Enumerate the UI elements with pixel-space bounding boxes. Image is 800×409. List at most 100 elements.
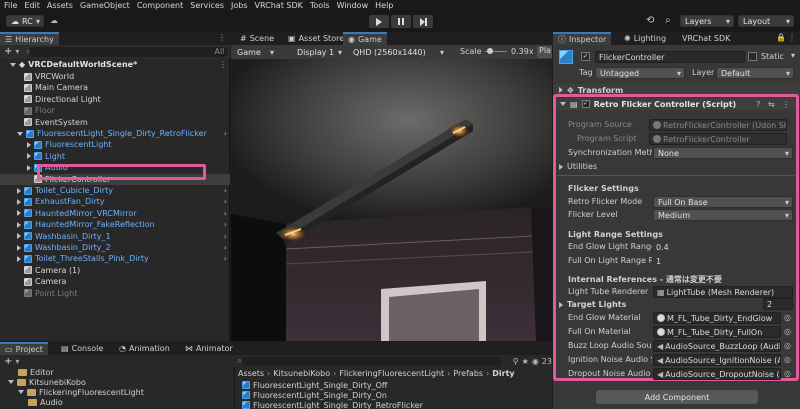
menu-item[interactable]: Assets <box>47 1 73 10</box>
tab-lighting[interactable]: ✺ Lighting <box>619 32 671 45</box>
project-file-item[interactable]: FluorescentLight_Single_Dirty_RetroFlick… <box>242 400 423 409</box>
lock-icon[interactable]: 🔒 <box>776 33 786 42</box>
eye-icon[interactable]: ◉ <box>532 357 539 366</box>
collapse-arrow-icon[interactable] <box>27 141 31 148</box>
tab-asset-store[interactable]: ▣ Asset Store <box>283 32 349 45</box>
tab-vrchat-sdk[interactable]: VRChat SDK <box>677 32 735 45</box>
project-folder-item[interactable]: Editor <box>18 367 54 377</box>
object-picker-icon[interactable]: ◎ <box>784 355 791 364</box>
hierarchy-item[interactable]: Floor <box>0 105 230 116</box>
menu-item[interactable]: GameObject <box>80 1 130 10</box>
pause-button[interactable] <box>391 15 411 28</box>
prefab-open-icon[interactable]: › <box>224 186 227 195</box>
ignition-audio-field[interactable]: ◀ AudioSource_IgnitionNoise (Au <box>653 354 781 366</box>
panel-menu-icon[interactable]: ⋮ <box>788 33 796 42</box>
help-icon[interactable]: ? <box>756 100 760 109</box>
static-dropdown-icon[interactable]: ▾ <box>791 51 795 60</box>
object-name-field[interactable]: FlickerController <box>595 51 745 63</box>
buzz-audio-field[interactable]: ◀ AudioSource_BuzzLoop (Audio <box>653 340 781 352</box>
hierarchy-item[interactable]: FluorescentLight_Single_Dirty_RetroFlick… <box>0 128 230 139</box>
menu-item[interactable]: Edit <box>24 1 40 10</box>
hierarchy-item[interactable]: Camera (1) <box>0 265 230 276</box>
history-icon[interactable]: ⟲ <box>646 15 654 26</box>
menu-item[interactable]: VRChat SDK <box>255 1 303 10</box>
hierarchy-item[interactable]: ExhaustFan_Dirty › <box>0 196 230 207</box>
scene-row[interactable]: ◆ VRCDefaultWorldScene* ⋮ <box>0 59 230 70</box>
tab-project[interactable]: ▭ Project <box>0 342 48 355</box>
project-folder-item[interactable]: FlickeringFluorescentLight <box>18 387 144 397</box>
hierarchy-item[interactable]: Point Light <box>0 288 230 299</box>
static-checkbox[interactable] <box>748 52 757 61</box>
project-search-input[interactable] <box>242 356 503 366</box>
hierarchy-item[interactable]: Toilet_Cubicle_Dirty › <box>0 185 230 196</box>
game-viewport[interactable] <box>231 59 552 341</box>
menu-item[interactable]: Window <box>337 1 369 10</box>
step-button[interactable] <box>413 15 433 28</box>
dropdown-arrow-icon[interactable]: ▾ <box>15 47 19 56</box>
object-picker-icon[interactable]: ◎ <box>784 313 791 322</box>
tab-game[interactable]: ◉ Game <box>343 32 387 45</box>
collapse-arrow-icon[interactable] <box>17 255 21 262</box>
menu-item[interactable]: Help <box>375 1 393 10</box>
tab-scene[interactable]: # Scene <box>235 32 279 45</box>
dropdown-arrow-icon[interactable]: ▾ <box>15 357 19 366</box>
prefab-open-icon[interactable]: › <box>224 209 227 218</box>
project-file-item[interactable]: FluorescentLight_Single_Dirty_On <box>242 390 387 400</box>
collapse-arrow-icon[interactable] <box>559 163 563 170</box>
add-icon[interactable]: + <box>4 46 12 57</box>
play-focus-dropdown[interactable]: Pla <box>537 46 552 58</box>
hierarchy-item[interactable]: Directional Light <box>0 94 230 105</box>
scene-menu-icon[interactable]: ⋮ <box>219 60 227 69</box>
light-tube-field[interactable]: ▦ LightTube (Mesh Renderer) <box>653 286 793 298</box>
collapse-arrow-icon[interactable] <box>17 198 21 205</box>
expand-arrow-icon[interactable] <box>18 390 24 394</box>
layers-dropdown[interactable]: Layers <box>680 15 734 27</box>
project-file-item[interactable]: FluorescentLight_Single_Dirty_Off <box>242 380 387 390</box>
target-lights-foldout[interactable]: Target Lights <box>559 299 626 310</box>
tab-animator[interactable]: ⋈ Animator <box>180 342 238 355</box>
active-checkbox[interactable]: ✓ <box>581 52 590 61</box>
cloud-services-icon[interactable]: ☁ <box>50 16 58 25</box>
collapse-arrow-icon[interactable] <box>27 153 31 160</box>
breadcrumb-item[interactable]: KitsunebiKobo <box>273 369 330 378</box>
object-picker-icon[interactable]: ◎ <box>784 369 791 378</box>
breadcrumb-item[interactable]: Assets <box>238 369 264 378</box>
collapse-arrow-icon[interactable] <box>27 164 31 171</box>
project-folder-item[interactable]: Audio <box>28 397 63 407</box>
hierarchy-item[interactable]: Washbasin_Dirty_1 › <box>0 231 230 242</box>
collapse-arrow-icon[interactable] <box>17 233 21 240</box>
hierarchy-item[interactable]: Camera <box>0 276 230 287</box>
hierarchy-item[interactable]: EventSystem <box>0 117 230 128</box>
scale-slider[interactable] <box>485 48 507 54</box>
menu-item[interactable]: Component <box>137 1 183 10</box>
search-icon[interactable]: ⌕ <box>665 15 671 26</box>
layer-dropdown[interactable]: Default <box>716 67 794 79</box>
target-lights-count[interactable]: 2 <box>763 298 793 310</box>
account-dropdown[interactable]: ☁ RC <box>6 15 44 27</box>
component-menu-icon[interactable]: ⋮ <box>782 100 790 109</box>
add-component-button[interactable]: Add Component <box>596 390 758 404</box>
flicker-mode-dropdown[interactable]: Full On Base <box>653 196 793 208</box>
star-icon[interactable]: ★ <box>522 357 529 366</box>
layout-dropdown[interactable]: Layout <box>738 15 794 27</box>
prefab-open-icon[interactable]: › <box>224 220 227 229</box>
hierarchy-item[interactable]: Toilet_ThreeStalls_Pink_Dirty › <box>0 253 230 264</box>
project-folder-item[interactable]: KitsunebiKobo <box>8 377 86 387</box>
collapse-arrow-icon[interactable] <box>17 210 21 217</box>
prefab-open-icon[interactable]: › <box>224 197 227 206</box>
object-picker-icon[interactable]: ◎ <box>784 341 791 350</box>
prefab-open-icon[interactable]: › <box>224 254 227 263</box>
collapse-arrow-icon[interactable] <box>559 301 563 308</box>
expand-arrow-icon[interactable] <box>8 380 14 384</box>
script-component-header[interactable]: ▤ ✓ Retro Flicker Controller (Script) ? … <box>556 98 796 110</box>
sync-dropdown[interactable]: None <box>653 147 793 159</box>
breadcrumb-item[interactable]: Dirty <box>492 369 514 378</box>
project-splitter[interactable] <box>234 367 235 409</box>
program-script-field[interactable]: RetroFlickerController <box>649 133 787 145</box>
full-on-range-field[interactable]: 1 <box>653 255 793 267</box>
collapse-arrow-icon[interactable] <box>17 187 21 194</box>
expand-arrow-icon[interactable] <box>10 62 16 67</box>
tag-dropdown[interactable]: Untagged <box>595 67 685 79</box>
add-icon[interactable]: + <box>4 356 12 367</box>
hierarchy-item[interactable]: Light <box>0 151 230 162</box>
